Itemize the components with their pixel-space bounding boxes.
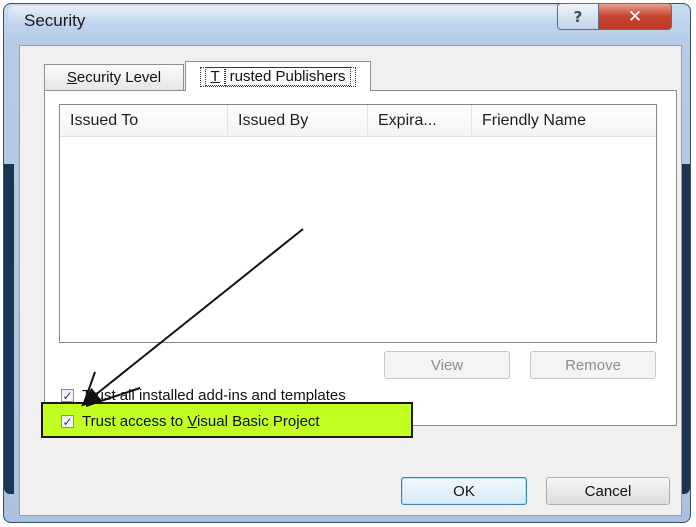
trust-vba-checkbox[interactable]: ✓ xyxy=(61,415,74,428)
trust-vba-label-rest: isual Basic Project xyxy=(197,413,320,430)
ok-button[interactable]: OK xyxy=(401,477,527,505)
checkmark-icon: ✓ xyxy=(62,388,73,403)
trust-vba-label: Trust access to Visual Basic Project xyxy=(82,413,320,430)
column-header-issued-by[interactable]: Issued By xyxy=(228,105,368,136)
tab-trusted-publishers[interactable]: Trusted Publishers xyxy=(185,61,371,91)
close-icon: ✕ xyxy=(627,6,643,27)
column-header-issued-to[interactable]: Issued To xyxy=(60,105,228,136)
window-edge-left xyxy=(4,164,14,494)
tab-security-level[interactable]: Security Level xyxy=(44,64,184,90)
remove-button[interactable]: Remove xyxy=(530,351,656,379)
tab-accelerator: S xyxy=(66,69,77,86)
window-title: Security xyxy=(24,11,86,30)
tab-label: Security Level xyxy=(67,69,161,86)
tab-label-rest: ecurity Level xyxy=(76,69,162,86)
column-header-friendly-name[interactable]: Friendly Name xyxy=(472,105,656,136)
tab-label-rest: rusted Publishers xyxy=(224,66,351,86)
trust-vba-accelerator: V xyxy=(187,413,198,430)
publishers-list[interactable] xyxy=(59,104,657,343)
tab-label: Trusted Publishers xyxy=(200,66,356,87)
close-button[interactable]: ✕ xyxy=(598,3,672,30)
checkmark-icon: ✓ xyxy=(62,414,73,429)
help-button[interactable]: ? xyxy=(557,3,599,30)
trust-vba-option[interactable]: ✓ Trust access to Visual Basic Project xyxy=(61,413,320,430)
cancel-button[interactable]: Cancel xyxy=(546,477,670,505)
view-button[interactable]: View xyxy=(384,351,510,379)
column-header-expiration[interactable]: Expira... xyxy=(368,105,472,136)
trust-vba-label-prefix: Trust access to xyxy=(82,413,188,430)
trust-addins-checkbox[interactable]: ✓ xyxy=(61,389,74,402)
list-header: Issued To Issued By Expira... Friendly N… xyxy=(60,105,656,137)
tab-accelerator: T xyxy=(205,66,225,86)
question-mark-icon: ? xyxy=(573,7,583,26)
